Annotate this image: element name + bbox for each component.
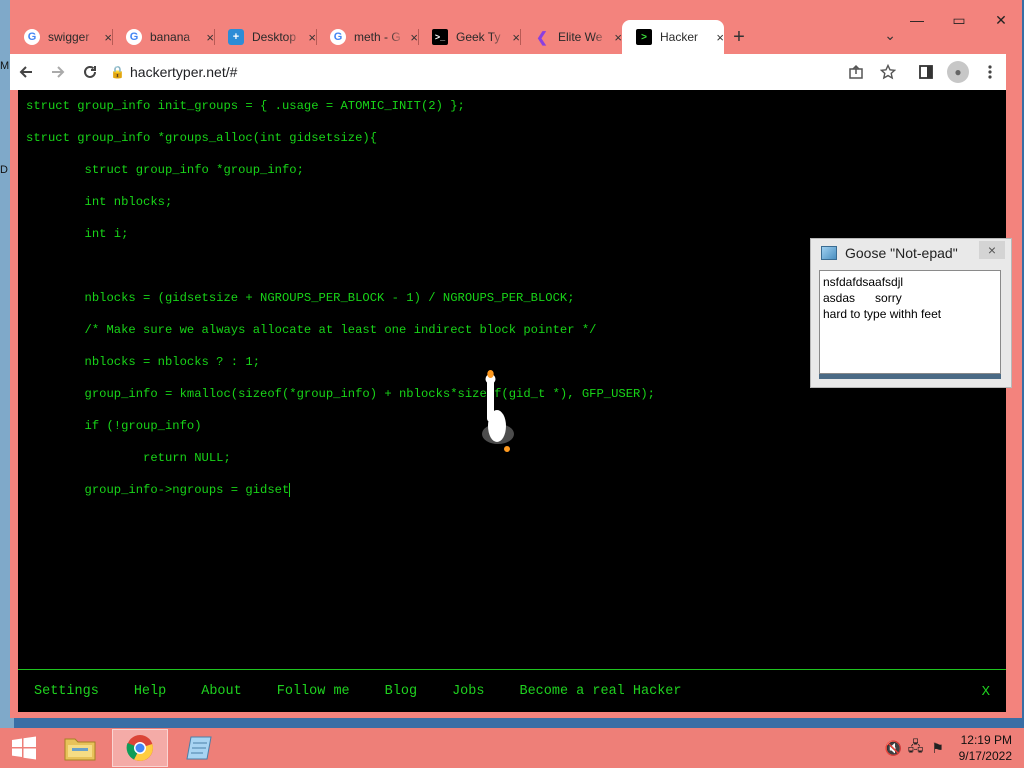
close-tab-icon[interactable]: × [512, 30, 520, 45]
url-text: hackertyper.net/# [130, 64, 238, 80]
lock-icon: 🔒 [110, 65, 125, 79]
chrome-icon [126, 735, 153, 761]
tab-hacker[interactable]: > Hacker × [622, 20, 724, 54]
code-line: return NULL; [26, 451, 231, 465]
window-controls: — ▭ ✕ [896, 8, 1022, 32]
tab-title: Hacker [660, 30, 699, 44]
close-tab-icon[interactable]: × [308, 30, 316, 45]
taskbar-notepad[interactable] [172, 729, 228, 767]
toolbar-actions: ● [840, 56, 1006, 88]
footer-link-blog[interactable]: Blog [385, 684, 417, 699]
desktop-goose [482, 370, 514, 452]
volume-muted-icon[interactable]: 🔇 [883, 737, 905, 759]
close-tab-icon[interactable]: × [716, 30, 724, 45]
browser-toolbar: 🔒 hackertyper.net/# ● [10, 54, 1006, 90]
notepad-icon [821, 246, 837, 260]
system-tray: 🔇 🖧 ⚑ 12:19 PM 9/17/2022 [883, 732, 1012, 764]
clock-time: 12:19 PM [960, 733, 1012, 747]
close-tab-icon[interactable]: × [206, 30, 214, 45]
terminal-icon: >_ [432, 29, 448, 45]
back-button[interactable] [10, 56, 42, 88]
notepad-line: asdas sorry [823, 291, 902, 305]
taskbar: 🔇 🖧 ⚑ 12:19 PM 9/17/2022 [0, 728, 1024, 768]
text-cursor [289, 482, 291, 497]
arrow-right-icon [52, 66, 65, 78]
windows-logo-icon [12, 736, 36, 760]
new-tab-button[interactable]: + [724, 20, 754, 54]
footer-link-become-hacker[interactable]: Become a real Hacker [519, 684, 681, 699]
notepad-title: Goose "Not-epad" [845, 245, 958, 261]
google-icon: G [126, 29, 142, 45]
elite-icon: ❮ [536, 28, 548, 45]
terminal-icon: > [636, 29, 652, 45]
footer-nav: Settings Help About Follow me Blog Jobs … [18, 669, 1006, 713]
action-center-icon[interactable]: ⚑ [927, 737, 949, 759]
tab-title: swigger [48, 30, 90, 44]
tab-title: Geek Ty [456, 30, 501, 44]
footer-link-help[interactable]: Help [134, 684, 166, 699]
tab-title: banana [150, 30, 191, 44]
folder-icon [64, 738, 96, 761]
tab-title: Desktop [252, 30, 297, 44]
tab-search-icon[interactable]: ⌄ [884, 27, 896, 44]
bookmark-star-icon[interactable] [872, 56, 904, 88]
footer-link-jobs[interactable]: Jobs [452, 684, 484, 699]
code-line: struct group_info *groups_alloc(int gids… [26, 131, 378, 145]
profile-avatar-icon[interactable]: ● [947, 61, 969, 83]
goose-notepad-window: Goose "Not-epad" × nsfdafdsaafsdjl asdas… [810, 238, 1012, 388]
taskbar-file-explorer[interactable] [52, 729, 108, 767]
reload-icon [84, 65, 96, 78]
tab-banana[interactable]: G banana × [112, 20, 214, 54]
google-icon: G [330, 29, 346, 45]
clock-date: 9/17/2022 [958, 749, 1012, 763]
close-tab-icon[interactable]: × [104, 30, 112, 45]
footer-link-about[interactable]: About [201, 684, 242, 699]
share-icon[interactable] [840, 56, 872, 88]
close-window-button[interactable]: ✕ [980, 8, 1022, 32]
forward-button[interactable] [42, 56, 74, 88]
minimize-button[interactable]: — [896, 8, 938, 32]
notepad-app-icon [186, 736, 212, 760]
footer-link-follow-me[interactable]: Follow me [277, 684, 350, 699]
start-button[interactable] [0, 729, 48, 767]
desktop-app-icon: + [228, 29, 244, 45]
tab-meth[interactable]: G meth - G × [316, 20, 418, 54]
system-clock[interactable]: 12:19 PM 9/17/2022 [959, 732, 1012, 764]
tab-title: Elite We [558, 30, 603, 44]
tab-elite[interactable]: ❮ Elite We × [520, 20, 622, 54]
reload-button[interactable] [74, 56, 106, 88]
desktop-edge-letter: D [0, 164, 8, 176]
footer-close-button[interactable]: X [982, 684, 990, 700]
code-line: int nblocks; [26, 195, 173, 209]
close-tab-icon[interactable]: × [410, 30, 418, 45]
google-icon: G [24, 29, 40, 45]
code-line: struct group_info init_groups = { .usage… [26, 99, 465, 113]
code-line: struct group_info *group_info; [26, 163, 304, 177]
tab-title: meth - G [354, 30, 401, 44]
address-bar[interactable]: 🔒 hackertyper.net/# [110, 57, 750, 87]
taskbar-chrome[interactable] [112, 729, 168, 767]
arrow-left-icon [19, 66, 32, 78]
notepad-scrollbar[interactable] [819, 374, 1001, 379]
network-icon[interactable]: 🖧 [905, 737, 927, 759]
notepad-text-area[interactable]: nsfdafdsaafsdjl asdas sorry hard to type… [819, 270, 1001, 374]
code-line-current: group_info->ngroups = gidset [26, 482, 986, 514]
close-tab-icon[interactable]: × [614, 30, 622, 45]
notepad-line: nsfdafdsaafsdjl [823, 275, 904, 289]
maximize-button[interactable]: ▭ [938, 8, 980, 32]
footer-link-settings[interactable]: Settings [34, 684, 99, 699]
notepad-line: hard to type withh feet [823, 307, 942, 321]
code-line-text: group_info->ngroups = gidset [26, 483, 290, 497]
tab-swigger[interactable]: G swigger × [10, 20, 112, 54]
desktop-edge-letter: M [0, 60, 10, 72]
notepad-close-button[interactable]: × [979, 241, 1005, 259]
tab-desktop[interactable]: + Desktop × [214, 20, 316, 54]
menu-kebab-icon[interactable] [974, 56, 1006, 88]
tab-strip: G swigger × G banana × + Desktop × G met… [10, 18, 754, 54]
side-panel-icon[interactable] [910, 56, 942, 88]
tab-geek-typer[interactable]: >_ Geek Ty × [418, 20, 520, 54]
